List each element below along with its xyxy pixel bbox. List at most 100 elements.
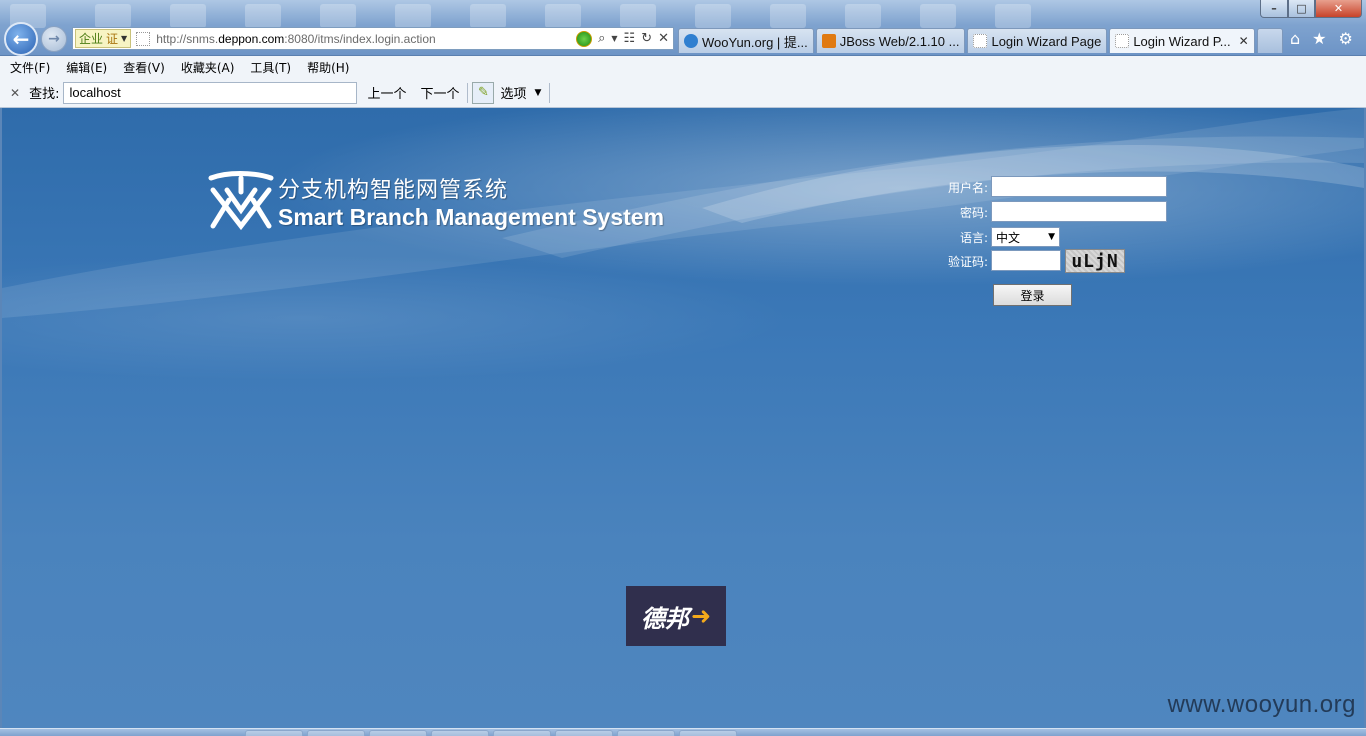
- desktop-ghost-icon: [395, 4, 431, 28]
- deppon-logo: 德邦 ➜: [626, 586, 726, 646]
- taskbar-button[interactable]: [431, 730, 489, 736]
- login-form: 用户名: 密码: 语言: 中文 ▼ 验证码: uLjN 登录: [932, 174, 1192, 306]
- menu-file[interactable]: 文件(F): [10, 59, 50, 76]
- desktop-ghost-icon: [545, 4, 581, 28]
- tab-login-wizard-active[interactable]: Login Wizard P... ✕: [1109, 28, 1255, 53]
- chevron-down-icon: ▼: [1048, 232, 1055, 242]
- taskbar-button[interactable]: [617, 730, 675, 736]
- tab-wooyun[interactable]: WooYun.org | 提...: [678, 28, 814, 53]
- captcha-field[interactable]: [991, 250, 1061, 271]
- url-text[interactable]: http://snms.deppon.com:8080/itms/index.l…: [156, 32, 436, 46]
- cert-org-label: 企业: [79, 32, 104, 46]
- captcha-label: 验证码:: [947, 255, 988, 269]
- close-window-button[interactable]: ✕: [1315, 0, 1362, 18]
- home-icon[interactable]: ⌂: [1290, 29, 1300, 48]
- cert-type-label: 证: [106, 32, 119, 46]
- gear-icon[interactable]: ⚙: [1339, 29, 1353, 48]
- captcha-row: 验证码: uLjN: [932, 249, 1192, 274]
- loading-favicon-icon: [1115, 34, 1130, 48]
- close-tab-icon[interactable]: ✕: [1239, 34, 1249, 48]
- desktop-ghost-icon: [695, 4, 731, 28]
- desktop-ghost-icon: [920, 4, 956, 28]
- tab-label: Login Wizard Page: [991, 33, 1102, 49]
- highlight-pen-icon[interactable]: ✎: [472, 81, 495, 104]
- compat-view-icon[interactable]: ☷: [624, 31, 636, 46]
- password-row: 密码:: [932, 201, 1192, 225]
- address-bar-tools: ⌕ ▼ ☷ ↻ ✕: [576, 30, 669, 47]
- deppon-logo-arrow-icon: ➜: [690, 602, 712, 630]
- watermark-text: www.wooyun.org: [1167, 691, 1356, 718]
- captcha-image[interactable]: uLjN: [1065, 249, 1125, 273]
- find-previous-button[interactable]: 上一个: [367, 83, 406, 102]
- desktop-ghost-icon: [170, 4, 206, 28]
- username-row: 用户名:: [932, 176, 1192, 200]
- find-label: 查找:: [29, 87, 60, 102]
- url-domain: deppon.com: [218, 31, 285, 46]
- chevron-down-icon[interactable]: ▼: [611, 34, 617, 43]
- login-button[interactable]: 登录: [993, 284, 1072, 306]
- desktop-ghost-icon: [95, 4, 131, 28]
- menu-bar: 文件(F) 编辑(E) 查看(V) 收藏夹(A) 工具(T) 帮助(H): [0, 56, 1366, 78]
- menu-favorites[interactable]: 收藏夹(A): [181, 59, 235, 76]
- taskbar-button[interactable]: [307, 730, 365, 736]
- certificate-badge[interactable]: 企业 证 ▼: [75, 29, 132, 48]
- taskbar-button[interactable]: [369, 730, 427, 736]
- menu-edit[interactable]: 编辑(E): [66, 59, 107, 76]
- page-content: 分支机构智能网管系统 Smart Branch Management Syste…: [2, 108, 1364, 728]
- menu-help[interactable]: 帮助(H): [307, 59, 349, 76]
- language-label: 语言:: [959, 231, 988, 245]
- tab-label: JBoss Web/2.1.10 ...: [839, 33, 960, 49]
- chevron-down-icon: ▼: [121, 34, 128, 43]
- find-next-button[interactable]: 下一个: [420, 83, 459, 102]
- desktop-ghost-icon: [770, 4, 806, 28]
- taskbar-button[interactable]: [555, 730, 613, 736]
- refresh-icon[interactable]: ↻: [641, 31, 652, 46]
- deppon-logo-text: 德邦: [640, 604, 689, 633]
- back-button[interactable]: ←: [4, 22, 38, 56]
- username-field[interactable]: [991, 176, 1167, 197]
- menu-view[interactable]: 查看(V): [123, 59, 165, 76]
- page-favicon-icon: [973, 34, 988, 48]
- url-prefix: http://snms.: [156, 31, 219, 46]
- compatibility-icon[interactable]: [576, 30, 593, 47]
- chevron-down-icon[interactable]: ▼: [535, 88, 542, 98]
- find-bar: ✕ 查找: 上一个 下一个 ✎ 选项 ▼: [0, 78, 1366, 108]
- windows-taskbar: [0, 728, 1366, 736]
- language-select[interactable]: 中文 ▼: [991, 227, 1060, 247]
- language-selected-value: 中文: [996, 230, 1021, 245]
- minimize-button[interactable]: –: [1260, 0, 1288, 18]
- taskbar-button[interactable]: [493, 730, 551, 736]
- menu-tools[interactable]: 工具(T): [250, 59, 291, 76]
- find-options-button[interactable]: 选项: [500, 83, 526, 102]
- new-tab-button[interactable]: [1256, 28, 1283, 53]
- divider: [467, 82, 469, 103]
- desktop-ghost-icon: [245, 4, 281, 28]
- stop-icon[interactable]: ✕: [658, 31, 669, 46]
- system-logo-icon: [208, 171, 274, 231]
- tab-label: WooYun.org | 提...: [702, 34, 808, 50]
- maximize-button[interactable]: □: [1288, 0, 1315, 18]
- tab-strip: WooYun.org | 提... JBoss Web/2.1.10 ... L…: [678, 28, 1283, 53]
- password-field[interactable]: [991, 201, 1167, 222]
- desktop-ghost-icon: [320, 4, 356, 28]
- taskbar-button[interactable]: [679, 730, 737, 736]
- system-title-chinese: 分支机构智能网管系统: [278, 178, 509, 203]
- language-row: 语言: 中文 ▼: [932, 226, 1192, 250]
- favorites-icon[interactable]: ★: [1312, 29, 1326, 48]
- desktop-ghost-icon: [470, 4, 506, 28]
- find-input[interactable]: [63, 81, 358, 104]
- tab-login-wizard[interactable]: Login Wizard Page: [967, 28, 1108, 53]
- search-icon[interactable]: ⌕: [598, 31, 605, 46]
- taskbar-button[interactable]: [245, 730, 303, 736]
- tab-jboss[interactable]: JBoss Web/2.1.10 ...: [815, 28, 966, 53]
- divider: [549, 82, 551, 103]
- browser-title-bar: – □ ✕ ← → 企业 证 ▼ http://snms.deppon.com:…: [0, 0, 1366, 56]
- forward-button[interactable]: →: [41, 26, 67, 52]
- tab-label: Login Wizard P...: [1133, 33, 1231, 49]
- browser-right-tools: ⌂ ★ ⚙: [1290, 29, 1353, 48]
- username-label: 用户名:: [947, 181, 988, 195]
- desktop-ghost-icon: [620, 4, 656, 28]
- ie-favicon-icon: [684, 34, 698, 48]
- address-bar[interactable]: 企业 证 ▼ http://snms.deppon.com:8080/itms/…: [72, 27, 674, 50]
- close-find-icon[interactable]: ✕: [10, 86, 20, 100]
